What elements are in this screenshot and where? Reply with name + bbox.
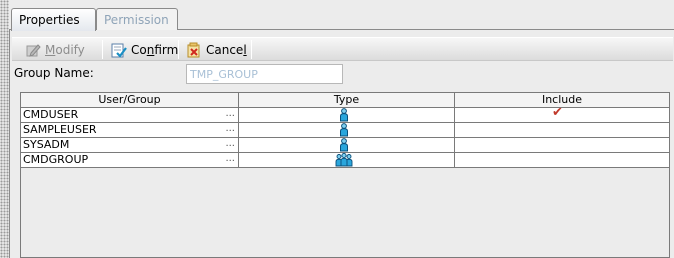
table-row[interactable]: SYSADM ... [21,138,669,153]
include-cell[interactable] [455,153,669,167]
confirm-icon [111,42,127,58]
tab-bar: Properties Permission [9,8,674,31]
toolbar-separator [102,40,103,59]
user-group-name: SAMPLEUSER [23,123,97,136]
tab-properties[interactable]: Properties [11,8,96,31]
browse-button[interactable]: ... [225,108,235,121]
type-cell [239,123,455,137]
group-name-field[interactable]: TMP_GROUP [186,64,343,84]
table-row[interactable]: CMDGROUP ... [21,153,669,168]
toolbar: Modify Confirm Cancel [12,37,673,61]
user-group-name: SYSADM [23,138,70,151]
check-icon: ✔ [552,108,563,120]
browse-button[interactable]: ... [225,153,235,166]
column-header-type[interactable]: Type [239,93,455,108]
table-row[interactable]: SAMPLEUSER ... [21,123,669,138]
modify-button[interactable]: Modify [22,40,88,59]
edit-icon [25,42,41,58]
user-icon [339,108,349,122]
toolbar-separator [178,40,179,59]
cancel-button[interactable]: Cancel [183,40,250,59]
include-cell[interactable]: ✔ [455,108,669,122]
include-cell[interactable] [455,123,669,137]
user-group-cell[interactable]: CMDUSER ... [21,108,239,122]
user-group-name: CMDGROUP [23,153,89,166]
cancel-icon [186,42,202,58]
properties-pane: Modify Confirm Cancel Group Name: TMP_GR… [9,30,674,258]
user-group-name: CMDUSER [23,108,79,121]
tab-permission[interactable]: Permission [96,8,178,30]
table-row[interactable]: CMDUSER ... ✔ [21,108,669,123]
include-cell[interactable] [455,138,669,152]
properties-panel: Properties Permission Modify Confirm Can… [9,0,674,258]
toolbar-separator [251,40,252,59]
confirm-button[interactable]: Confirm [108,40,181,59]
user-icon [339,123,349,137]
user-icon [339,138,349,152]
user-group-cell[interactable]: SYSADM ... [21,138,239,152]
members-table: User/Group Type Include CMDUSER ... ✔ SA… [20,92,670,258]
user-group-cell[interactable]: SAMPLEUSER ... [21,123,239,137]
browse-button[interactable]: ... [225,123,235,136]
group-icon [335,153,353,167]
type-cell [239,138,455,152]
column-header-include[interactable]: Include [455,93,669,108]
user-group-cell[interactable]: CMDGROUP ... [21,153,239,167]
type-cell [239,153,455,167]
dock-grip[interactable] [0,0,9,258]
browse-button[interactable]: ... [225,138,235,151]
table-header: User/Group Type Include [21,93,669,108]
type-cell [239,108,455,122]
group-name-label: Group Name: [14,66,94,80]
column-header-user-group[interactable]: User/Group [21,93,239,108]
